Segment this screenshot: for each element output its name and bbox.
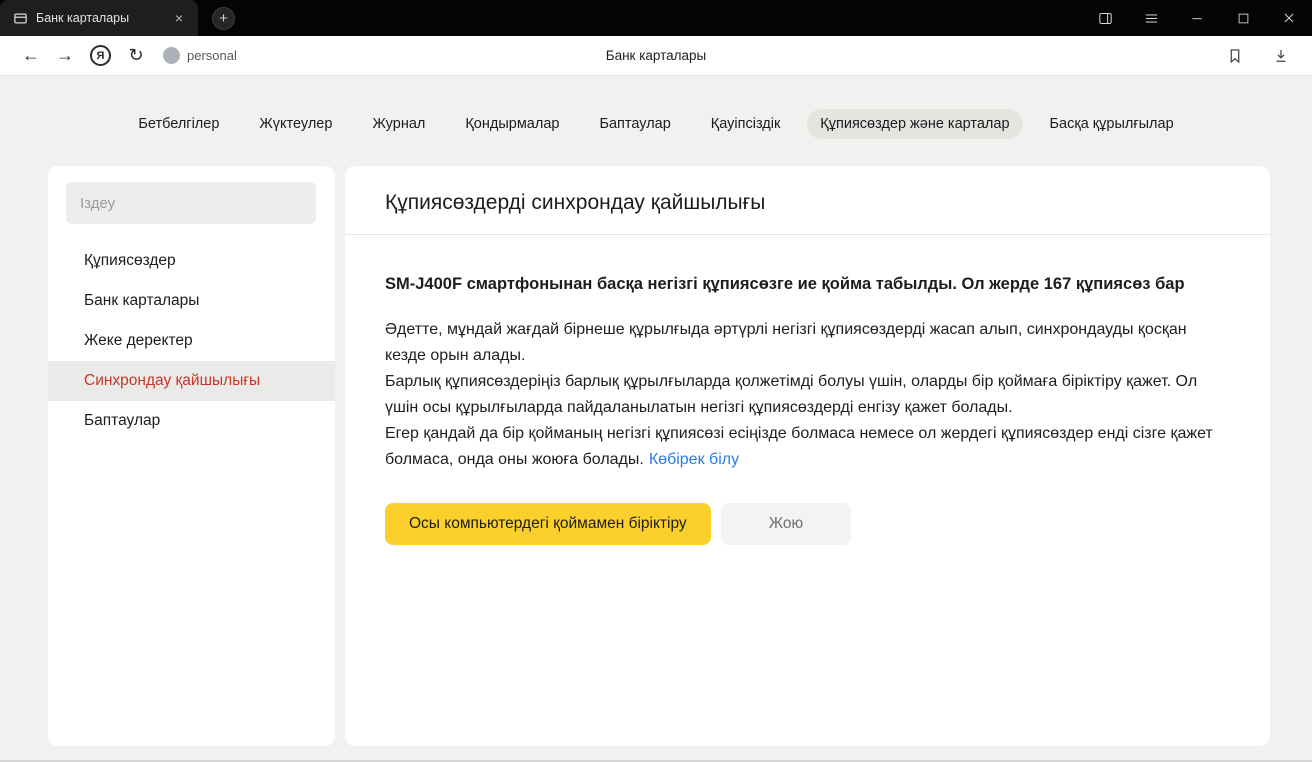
learn-more-link[interactable]: Көбірек білу	[649, 451, 739, 468]
download-icon[interactable]	[1264, 39, 1298, 73]
nav-tab-passwords-and-cards[interactable]: Құпиясөздер және карталар	[807, 109, 1022, 139]
nav-tab-security[interactable]: Қауіпсіздік	[698, 109, 794, 139]
sidebar-item-passwords[interactable]: Құпиясөздер	[48, 241, 335, 281]
sidebar-item-bank-cards[interactable]: Банк карталары	[48, 281, 335, 321]
delete-button[interactable]: Жою	[721, 503, 851, 545]
menu-icon[interactable]	[1128, 0, 1174, 36]
side-panel-icon[interactable]	[1082, 0, 1128, 36]
nav-tab-other-devices[interactable]: Басқа құрылғылар	[1037, 109, 1187, 139]
yandex-logo-icon[interactable]: Я	[90, 45, 111, 66]
action-buttons: Осы компьютердегі қоймамен біріктіру Жою	[385, 503, 1230, 545]
back-icon[interactable]: ←	[14, 39, 48, 73]
tab-favicon-icon	[13, 11, 28, 26]
sidebar-item-personal-data[interactable]: Жеке деректер	[48, 321, 335, 361]
sidebar-item-sync-conflict[interactable]: Синхрондау қайшылығы	[48, 361, 335, 401]
settings-page: Бетбелгілер Жүктеулер Журнал Қондырмалар…	[0, 76, 1312, 746]
nav-tab-extensions[interactable]: Қондырмалар	[452, 109, 572, 139]
sidebar-item-settings[interactable]: Баптаулар	[48, 401, 335, 441]
sidebar-search	[66, 182, 316, 224]
paragraph: Егер қандай да бір қойманың негізгі құпи…	[385, 421, 1215, 473]
sidebar-menu: Құпиясөздер Банк карталары Жеке деректер…	[48, 241, 335, 441]
search-input[interactable]	[66, 182, 316, 224]
toolbar: ← → Я ↻ personal Банк карталары	[0, 36, 1312, 76]
paragraph: Әдетте, мұндай жағдай бірнеше құрылғыда …	[385, 317, 1215, 369]
tab-close-icon[interactable]: ×	[170, 9, 188, 27]
nav-tab-settings[interactable]: Баптаулар	[586, 109, 683, 139]
nav-tab-bookmarks[interactable]: Бетбелгілер	[125, 109, 232, 139]
toolbar-right-actions	[1218, 39, 1298, 73]
page-title: Құпиясөздерді синхрондау қайшылығы	[345, 166, 1270, 235]
refresh-icon[interactable]: ↻	[119, 39, 153, 73]
main-panel: Құпиясөздерді синхрондау қайшылығы SM-J4…	[345, 166, 1270, 746]
paragraph-text: Егер қандай да бір қойманың негізгі құпи…	[385, 425, 1213, 468]
sync-conflict-body: SM-J400F смартфонынан басқа негізгі құпи…	[345, 235, 1270, 581]
paragraph: Барлық құпиясөздеріңіз барлық құрылғылар…	[385, 369, 1215, 421]
sidebar: Құпиясөздер Банк карталары Жеке деректер…	[48, 166, 335, 746]
close-icon[interactable]	[1266, 0, 1312, 36]
nav-tab-downloads[interactable]: Жүктеулер	[246, 109, 345, 139]
maximize-icon[interactable]	[1220, 0, 1266, 36]
new-tab-button[interactable]: +	[212, 7, 235, 30]
bookmark-icon[interactable]	[1218, 39, 1252, 73]
forward-icon[interactable]: →	[48, 39, 82, 73]
nav-tab-history[interactable]: Журнал	[359, 109, 438, 139]
merge-button[interactable]: Осы компьютердегі қоймамен біріктіру	[385, 503, 711, 545]
profile-label: personal	[187, 48, 237, 63]
profile-badge[interactable]: personal	[163, 47, 237, 64]
tab-title: Банк карталары	[36, 11, 162, 25]
content-cards: Құпиясөздер Банк карталары Жеке деректер…	[48, 166, 1270, 746]
titlebar: Банк карталары × +	[0, 0, 1312, 36]
browser-tab[interactable]: Банк карталары ×	[0, 0, 198, 36]
minimize-icon[interactable]	[1174, 0, 1220, 36]
window-controls	[1082, 0, 1312, 36]
conflict-heading: SM-J400F смартфонынан басқа негізгі құпи…	[385, 271, 1215, 297]
settings-nav-tabs: Бетбелгілер Жүктеулер Журнал Қондырмалар…	[0, 109, 1312, 139]
conflict-description: Әдетте, мұндай жағдай бірнеше құрылғыда …	[385, 317, 1215, 472]
profile-avatar-icon	[163, 47, 180, 64]
